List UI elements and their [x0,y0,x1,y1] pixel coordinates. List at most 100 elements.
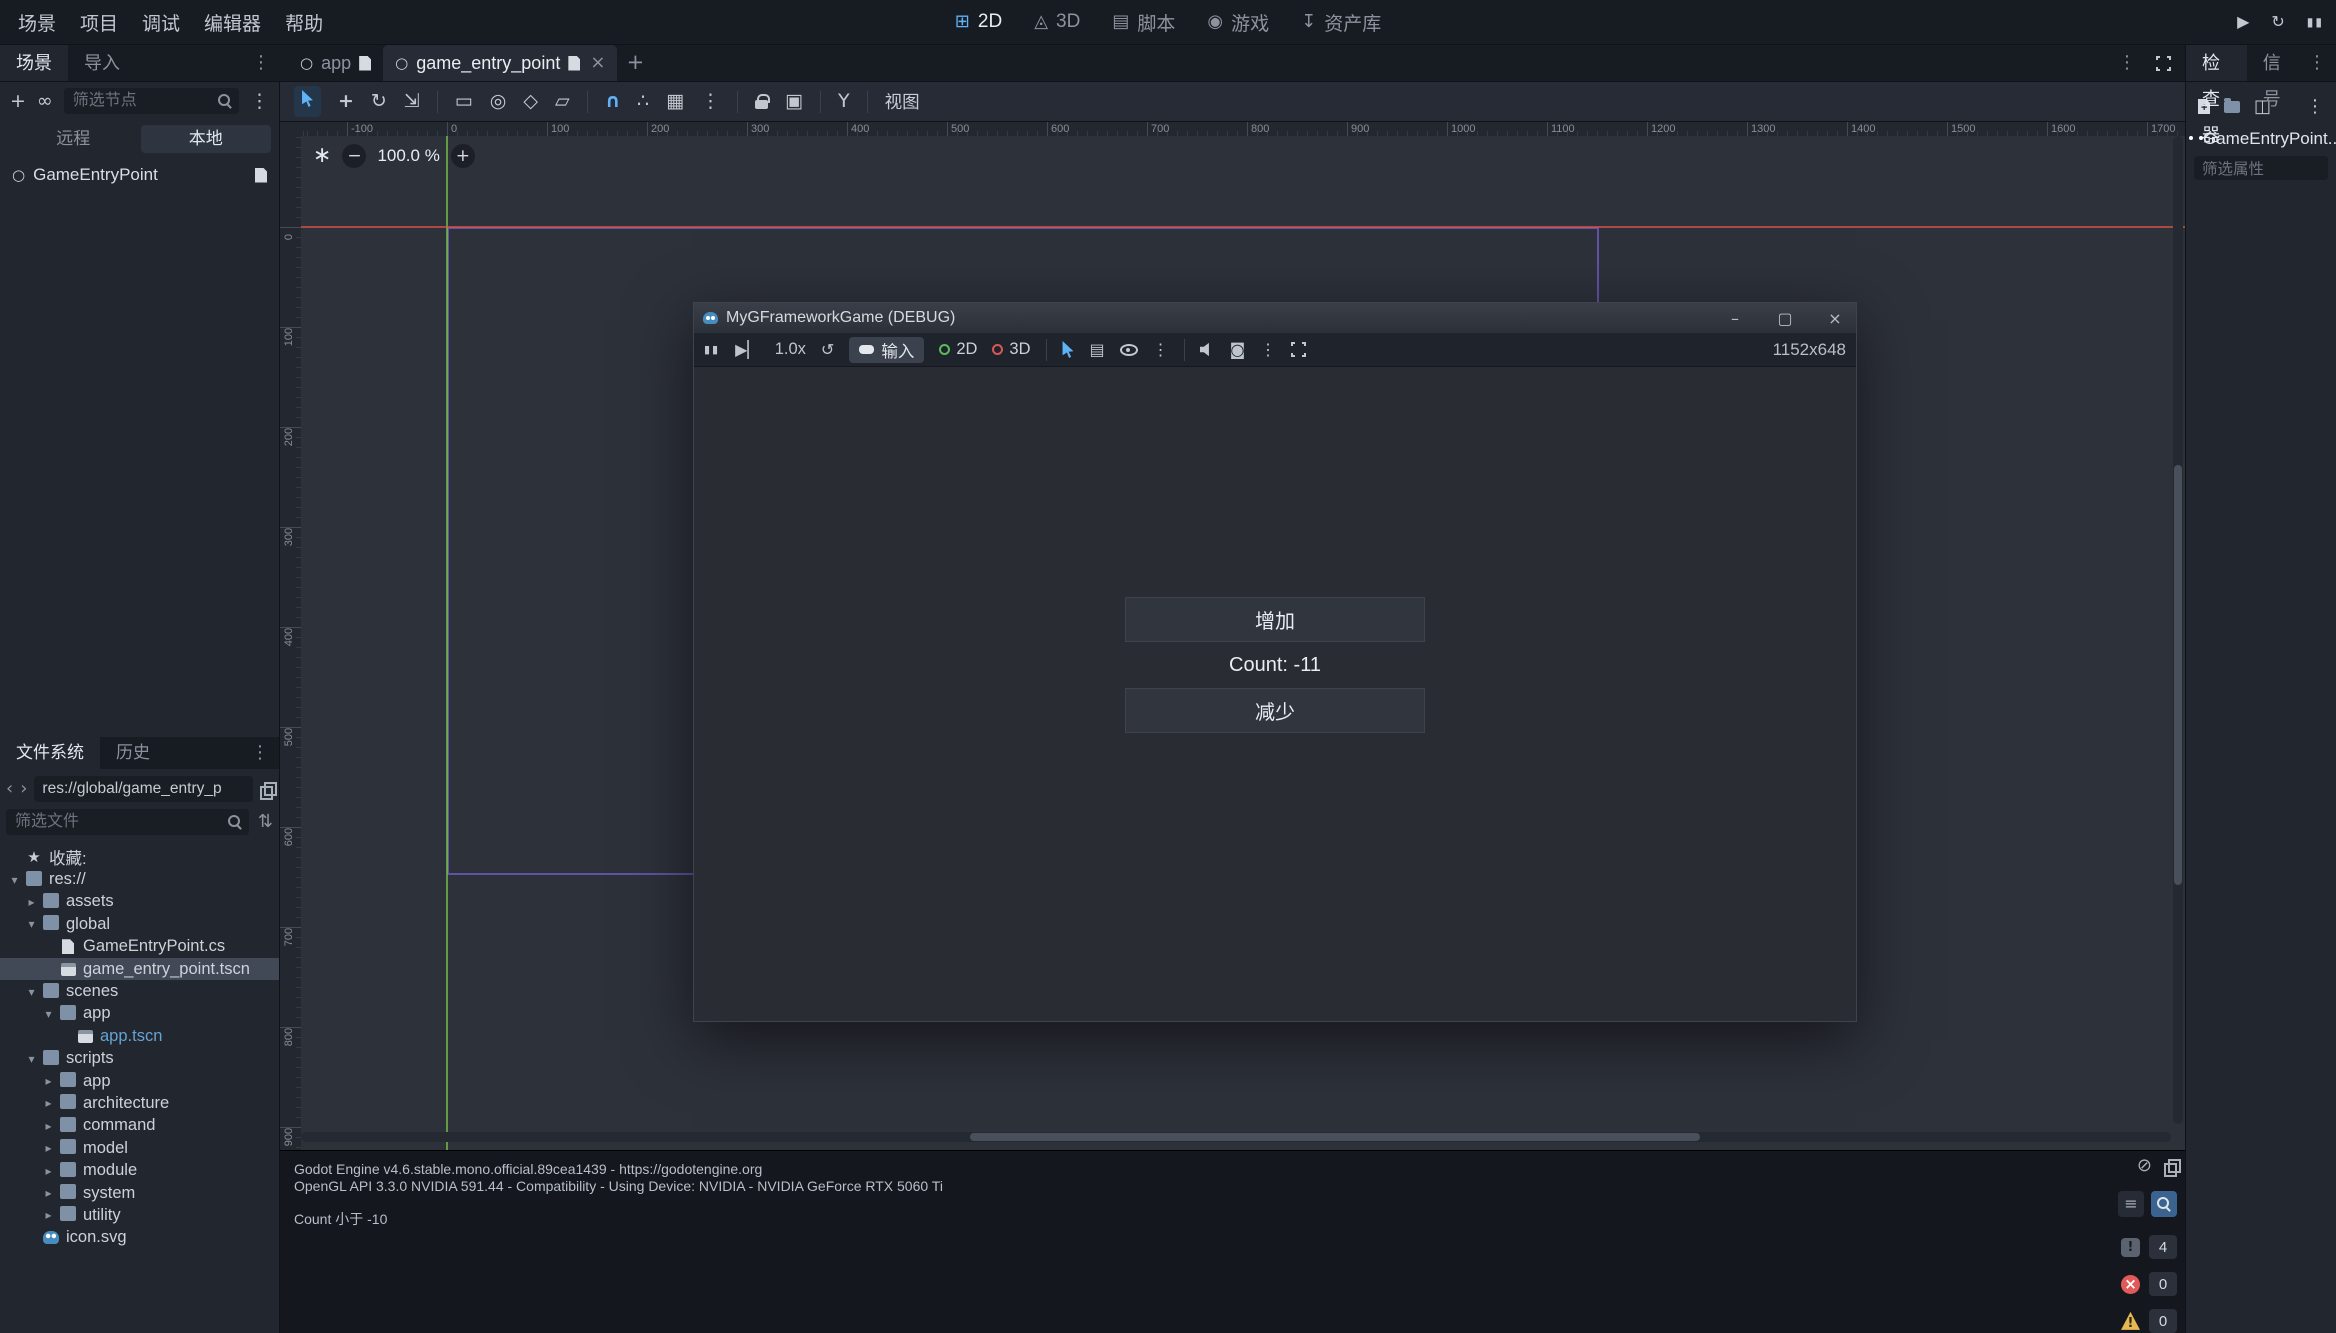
snap-options-icon[interactable]: ⋮ [701,92,720,111]
workspace-tab[interactable]: ◬ 3D [1034,11,1080,33]
local-tab[interactable]: 本地 [141,125,272,153]
file-tree-item[interactable]: GameEntryPoint.cs [0,936,279,958]
chevron-icon[interactable] [40,1141,57,1155]
scrollbar-thumb[interactable] [2174,465,2182,885]
add-scene-tab-button[interactable]: + [617,51,653,75]
zoom-in-button[interactable]: + [451,144,475,168]
move-tool-icon[interactable]: + [338,92,354,111]
mode-3d-button[interactable]: 3D [992,340,1030,359]
dock-tab[interactable]: 导入 [68,45,136,81]
input-mode-button[interactable]: 输入 [849,337,924,363]
file-tree-item[interactable]: scripts [0,1048,279,1070]
horizontal-scrollbar[interactable] [301,1132,2171,1142]
audio-icon[interactable] [1200,342,1215,357]
chevron-icon[interactable] [23,917,40,931]
chevron-icon[interactable] [6,873,23,887]
restart-icon[interactable]: ↻ [2271,14,2284,30]
node-snap-icon[interactable]: ∴ [637,92,649,111]
filter-nodes-input[interactable] [64,88,239,114]
tab-list-icon[interactable]: ⋮ [2118,54,2136,72]
vertical-scrollbar[interactable] [2173,136,2183,1124]
file-tree-item[interactable]: game_entry_point.tscn [0,958,279,980]
menu-item[interactable]: 编辑器 [192,9,273,36]
file-tree-item[interactable]: icon.svg [0,1227,279,1249]
play-icon[interactable]: ▶ [2237,14,2249,30]
filter-properties-field[interactable]: 筛选属性 [2194,156,2328,180]
decrease-button[interactable]: 减少 [1125,688,1425,733]
reset-icon[interactable]: ↺ [821,342,834,358]
file-tree-item[interactable]: app.tscn [0,1025,279,1047]
select-tool[interactable] [294,86,321,117]
pivot-tool-icon[interactable]: ◎ [490,92,507,111]
copy-output-icon[interactable] [2164,1159,2177,1174]
pause-icon[interactable]: ▮▮ [2307,16,2324,28]
zoom-out-button[interactable]: − [342,144,366,168]
mode-2d-button[interactable]: 2D [939,340,977,359]
dock-tab[interactable]: 历史 [100,737,166,769]
scene-tree-root-node[interactable]: ○ GameEntryPoint [0,162,279,188]
chevron-icon[interactable] [40,1186,57,1200]
file-tree-item[interactable]: app [0,1070,279,1092]
sort-files-icon[interactable]: ⇅ [258,813,273,831]
file-tree-item[interactable]: assets [0,891,279,913]
dock-options-icon[interactable]: ⋮ [2298,54,2336,72]
increase-button[interactable]: 增加 [1125,597,1425,642]
open-script-icon[interactable] [255,168,267,183]
add-node-icon[interactable]: + [10,92,26,111]
game-window-titlebar[interactable]: MyGFrameworkGame (DEBUG) – ▢ × [694,303,1856,333]
chevron-icon[interactable] [23,985,40,999]
output-filter-badge[interactable]: 0 [2121,1272,2177,1296]
close-tab-icon[interactable]: × [590,54,605,72]
chevron-icon[interactable] [23,1052,40,1066]
camera-override-icon[interactable]: ◙ [1230,342,1246,358]
workspace-tab[interactable]: ⊞ 2D [955,11,1002,33]
next-frame-icon[interactable]: ▶▏ [735,342,760,358]
ruler-tool-icon[interactable]: ▱ [555,92,570,111]
instance-scene-icon[interactable]: ∞ [37,92,53,111]
filter-files-input[interactable] [6,809,249,835]
filesystem-options-icon[interactable]: ⋮ [241,744,279,762]
playback-speed[interactable]: 1.0x [775,340,806,359]
file-tree-item[interactable]: command [0,1115,279,1137]
scene-options-icon[interactable]: ⋮ [250,92,269,111]
list-select-icon[interactable]: ▤ [1090,342,1105,358]
dock-tab[interactable]: 场景 [0,45,68,81]
nav-forward-icon[interactable]: › [20,780,27,798]
scene-tab[interactable]: ○ game_entry_point × [383,45,617,81]
current-path-input[interactable] [34,776,253,802]
pan-tool-icon[interactable]: ◇ [523,92,538,111]
group-node-icon[interactable]: ▣ [785,92,803,111]
chevron-icon[interactable] [40,1074,57,1088]
scale-tool-icon[interactable]: ⇲ [404,92,420,111]
chevron-icon[interactable] [40,1007,57,1021]
select-options-icon[interactable]: ⋮ [1153,342,1169,358]
dock-tab[interactable]: 文件系统 [0,737,100,769]
file-tree-item[interactable]: 收藏: [0,846,279,868]
visibility-icon[interactable] [1120,344,1138,356]
menu-item[interactable]: 帮助 [273,9,335,36]
minimize-button[interactable]: – [1714,303,1756,333]
split-view-icon[interactable] [260,782,273,797]
file-tree-item[interactable]: utility [0,1204,279,1226]
chevron-icon[interactable] [40,1208,57,1222]
menu-item[interactable]: 调试 [130,9,192,36]
output-filter-badge[interactable]: 0 [2121,1309,2177,1333]
region-select-icon[interactable]: ▭ [455,92,473,111]
file-tree-item[interactable]: res:// [0,868,279,890]
chevron-icon[interactable] [40,1119,57,1133]
file-tree-item[interactable]: architecture [0,1092,279,1114]
close-button[interactable]: × [1814,303,1856,333]
rotate-tool-icon[interactable]: ↻ [371,92,387,111]
load-resource-icon[interactable] [2224,101,2240,113]
file-tree-item[interactable]: global [0,913,279,935]
menu-item[interactable]: 场景 [6,9,68,36]
zoom-level[interactable]: 100.0 % [377,146,439,166]
chevron-icon[interactable] [23,895,40,909]
clear-output-icon[interactable]: ⊘ [2137,1157,2152,1175]
file-tree-item[interactable]: module [0,1159,279,1181]
scrollbar-thumb[interactable] [970,1133,1700,1141]
chevron-icon[interactable] [40,1096,57,1110]
menu-item[interactable]: 项目 [68,9,130,36]
remote-tab[interactable]: 远程 [8,125,139,153]
lock-node-icon[interactable] [755,100,768,109]
